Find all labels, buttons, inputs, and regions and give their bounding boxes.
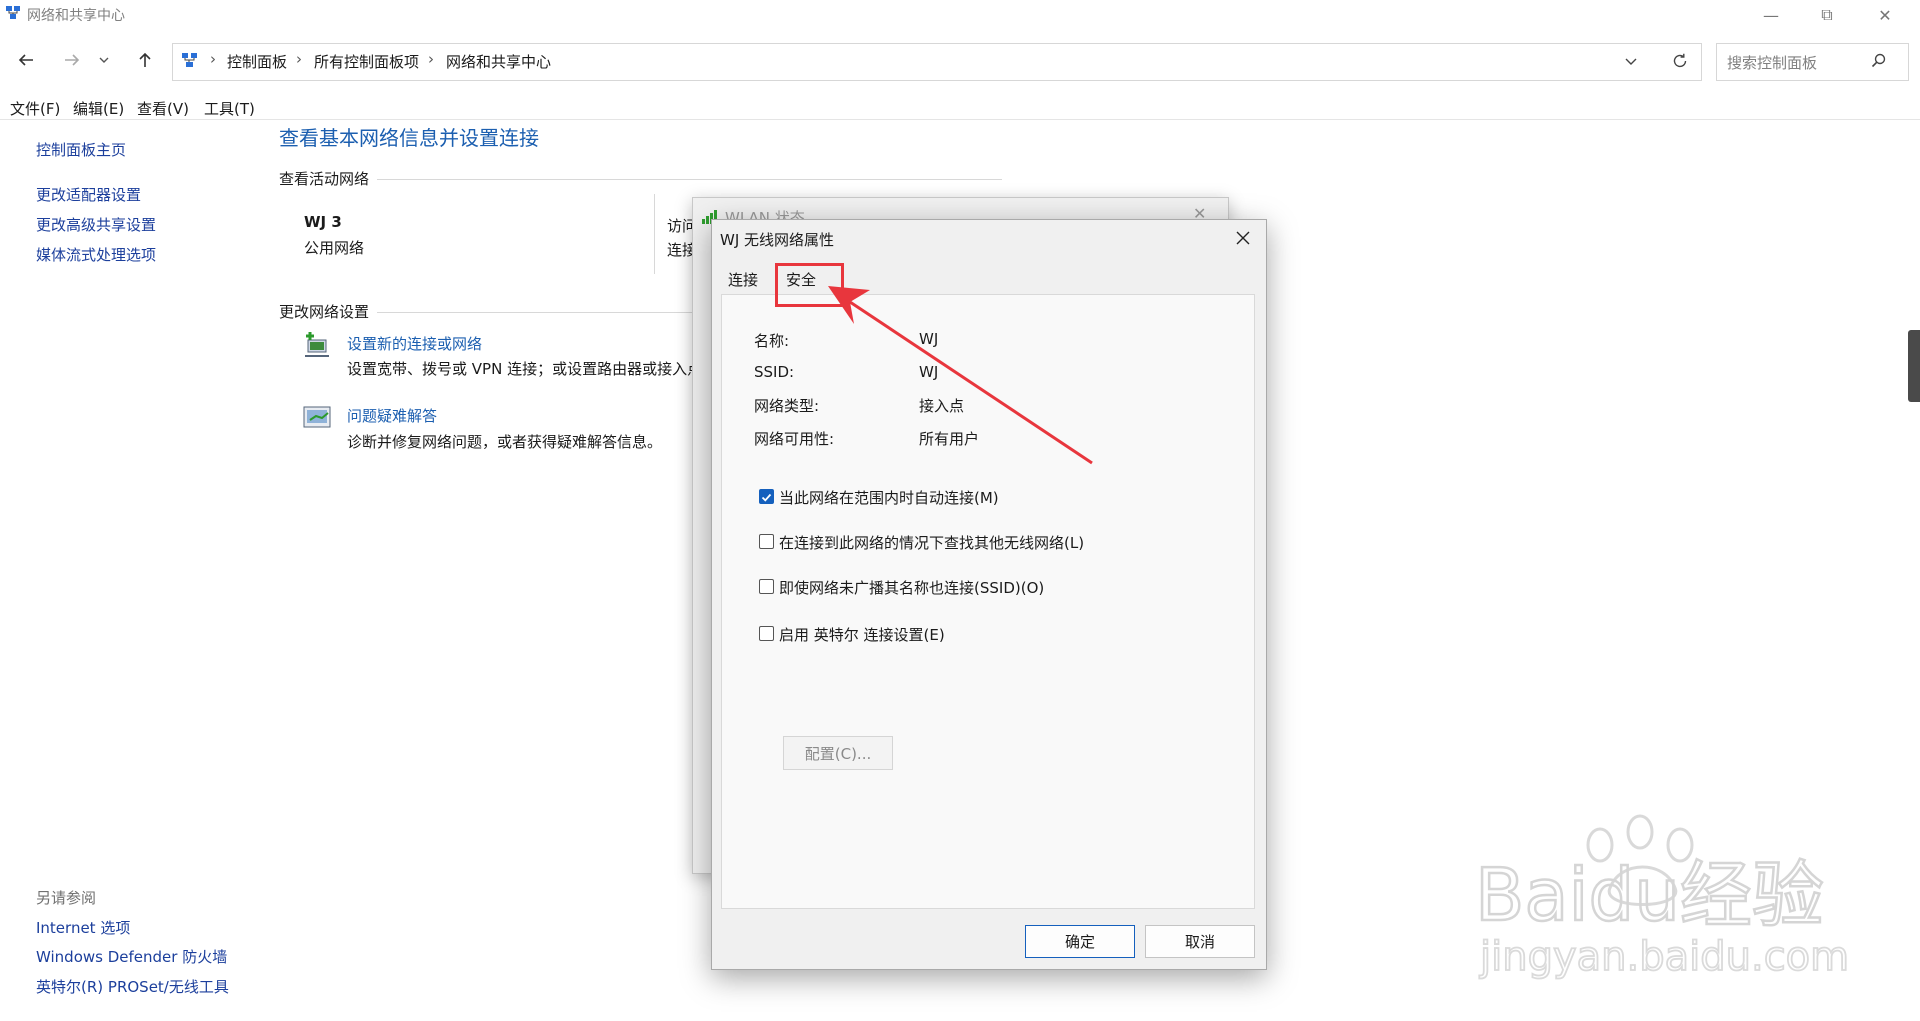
menu-edit[interactable]: 编辑(E): [73, 98, 124, 119]
svg-text:Baidu经验: Baidu经验: [1475, 853, 1824, 937]
cancel-button[interactable]: 取消: [1145, 925, 1255, 958]
ssid-label: SSID:: [754, 363, 795, 381]
forward-button[interactable]: [56, 44, 88, 76]
troubleshoot-desc: 诊断并修复网络问题，或者获得疑难解答信息。: [347, 433, 663, 451]
setup-connection-desc: 设置宽带、拨号或 VPN 连接；或设置路由器或接入点: [347, 360, 703, 378]
recent-locations-button[interactable]: [93, 44, 115, 76]
close-button[interactable]: ✕: [1860, 0, 1910, 30]
network-type: 公用网络: [304, 239, 365, 257]
network-center-icon: [6, 6, 20, 19]
up-arrow-icon: [139, 52, 151, 67]
breadcrumb-separator: ›: [428, 50, 434, 68]
search-placeholder: 搜索控制面板: [1727, 54, 1818, 72]
section-divider: [377, 312, 697, 313]
menu-file[interactable]: 文件(F): [10, 98, 60, 119]
svg-text:jingyan.baidu.com: jingyan.baidu.com: [1479, 934, 1849, 980]
back-arrow-icon: [18, 54, 33, 66]
search-icon[interactable]: [1870, 52, 1888, 70]
breadcrumb-separator: ›: [296, 50, 302, 68]
window-title: 网络和共享中心: [27, 8, 125, 24]
check-icon: [761, 493, 772, 502]
new-connection-icon: [305, 332, 329, 357]
troubleshoot-link[interactable]: 问题疑难解答: [347, 405, 437, 426]
refresh-icon[interactable]: [1671, 52, 1689, 70]
control-panel-icon: [182, 53, 197, 67]
control-panel-home-link[interactable]: 控制面板主页: [36, 139, 126, 160]
close-icon: [1236, 231, 1250, 245]
side-panel-handle[interactable]: [1908, 330, 1920, 402]
maximize-button[interactable]: ⧉: [1802, 0, 1852, 30]
address-dropdown-icon[interactable]: [1624, 55, 1638, 69]
change-settings-heading: 更改网络设置: [279, 303, 370, 321]
find-other-networks-checkbox[interactable]: [759, 534, 774, 549]
breadcrumb-control-panel[interactable]: 控制面板: [227, 51, 287, 72]
breadcrumb-all-items[interactable]: 所有控制面板项: [314, 51, 419, 72]
section-divider: [377, 179, 1002, 180]
active-networks-heading: 查看活动网络: [279, 170, 370, 188]
find-other-networks-label[interactable]: 在连接到此网络的情况下查找其他无线网络(L): [779, 532, 1084, 553]
menu-tools[interactable]: 工具(T): [204, 98, 255, 119]
baidu-watermark-logo: Baidu经验 jingyan.baidu.com: [1474, 814, 1850, 980]
dialog-title: WJ 无线网络属性: [720, 231, 835, 249]
network-name: WJ 3: [304, 213, 342, 231]
configure-button: 配置(C)...: [783, 736, 893, 770]
title-bar: 网络和共享中心 — ⧉ ✕: [0, 0, 1920, 30]
minimize-button[interactable]: —: [1746, 0, 1796, 30]
up-button[interactable]: [129, 44, 161, 76]
page-title: 查看基本网络信息并设置连接: [279, 126, 539, 150]
media-streaming-link[interactable]: 媒体流式处理选项: [36, 244, 156, 265]
menu-divider: [0, 119, 1920, 120]
troubleshoot-icon: [303, 406, 331, 428]
hidden-ssid-label[interactable]: 即使网络未广播其名称也连接(SSID)(O): [779, 577, 1044, 598]
red-arrow-icon: [828, 286, 1093, 465]
adapter-settings-link[interactable]: 更改适配器设置: [36, 184, 141, 205]
hidden-ssid-checkbox[interactable]: [759, 579, 774, 594]
network-type-label: 网络类型:: [754, 397, 820, 415]
advanced-sharing-link[interactable]: 更改高级共享设置: [36, 214, 156, 235]
intel-settings-checkbox[interactable]: [759, 626, 774, 641]
dialog-close-button[interactable]: [1228, 224, 1258, 252]
vertical-divider: [654, 194, 655, 274]
ok-button[interactable]: 确定: [1025, 925, 1135, 958]
name-label: 名称:: [754, 332, 790, 350]
firewall-link[interactable]: Windows Defender 防火墙: [36, 946, 227, 967]
menu-view[interactable]: 查看(V): [137, 98, 189, 119]
breadcrumb-separator: ›: [210, 50, 216, 68]
auto-connect-checkbox[interactable]: [759, 489, 774, 504]
intel-settings-label[interactable]: 启用 英特尔 连接设置(E): [779, 624, 945, 645]
see-also-heading: 另请参阅: [36, 889, 97, 907]
back-button[interactable]: [10, 44, 42, 76]
proset-link[interactable]: 英特尔(R) PROSet/无线工具: [36, 976, 229, 997]
chevron-down-icon: [99, 57, 109, 63]
tab-connection[interactable]: 连接: [720, 266, 766, 292]
internet-options-link[interactable]: Internet 选项: [36, 917, 130, 938]
breadcrumb-network-center[interactable]: 网络和共享中心: [446, 51, 551, 72]
forward-arrow-icon: [65, 54, 80, 66]
setup-connection-link[interactable]: 设置新的连接或网络: [347, 333, 482, 354]
auto-connect-label[interactable]: 当此网络在范围内时自动连接(M): [779, 487, 999, 508]
